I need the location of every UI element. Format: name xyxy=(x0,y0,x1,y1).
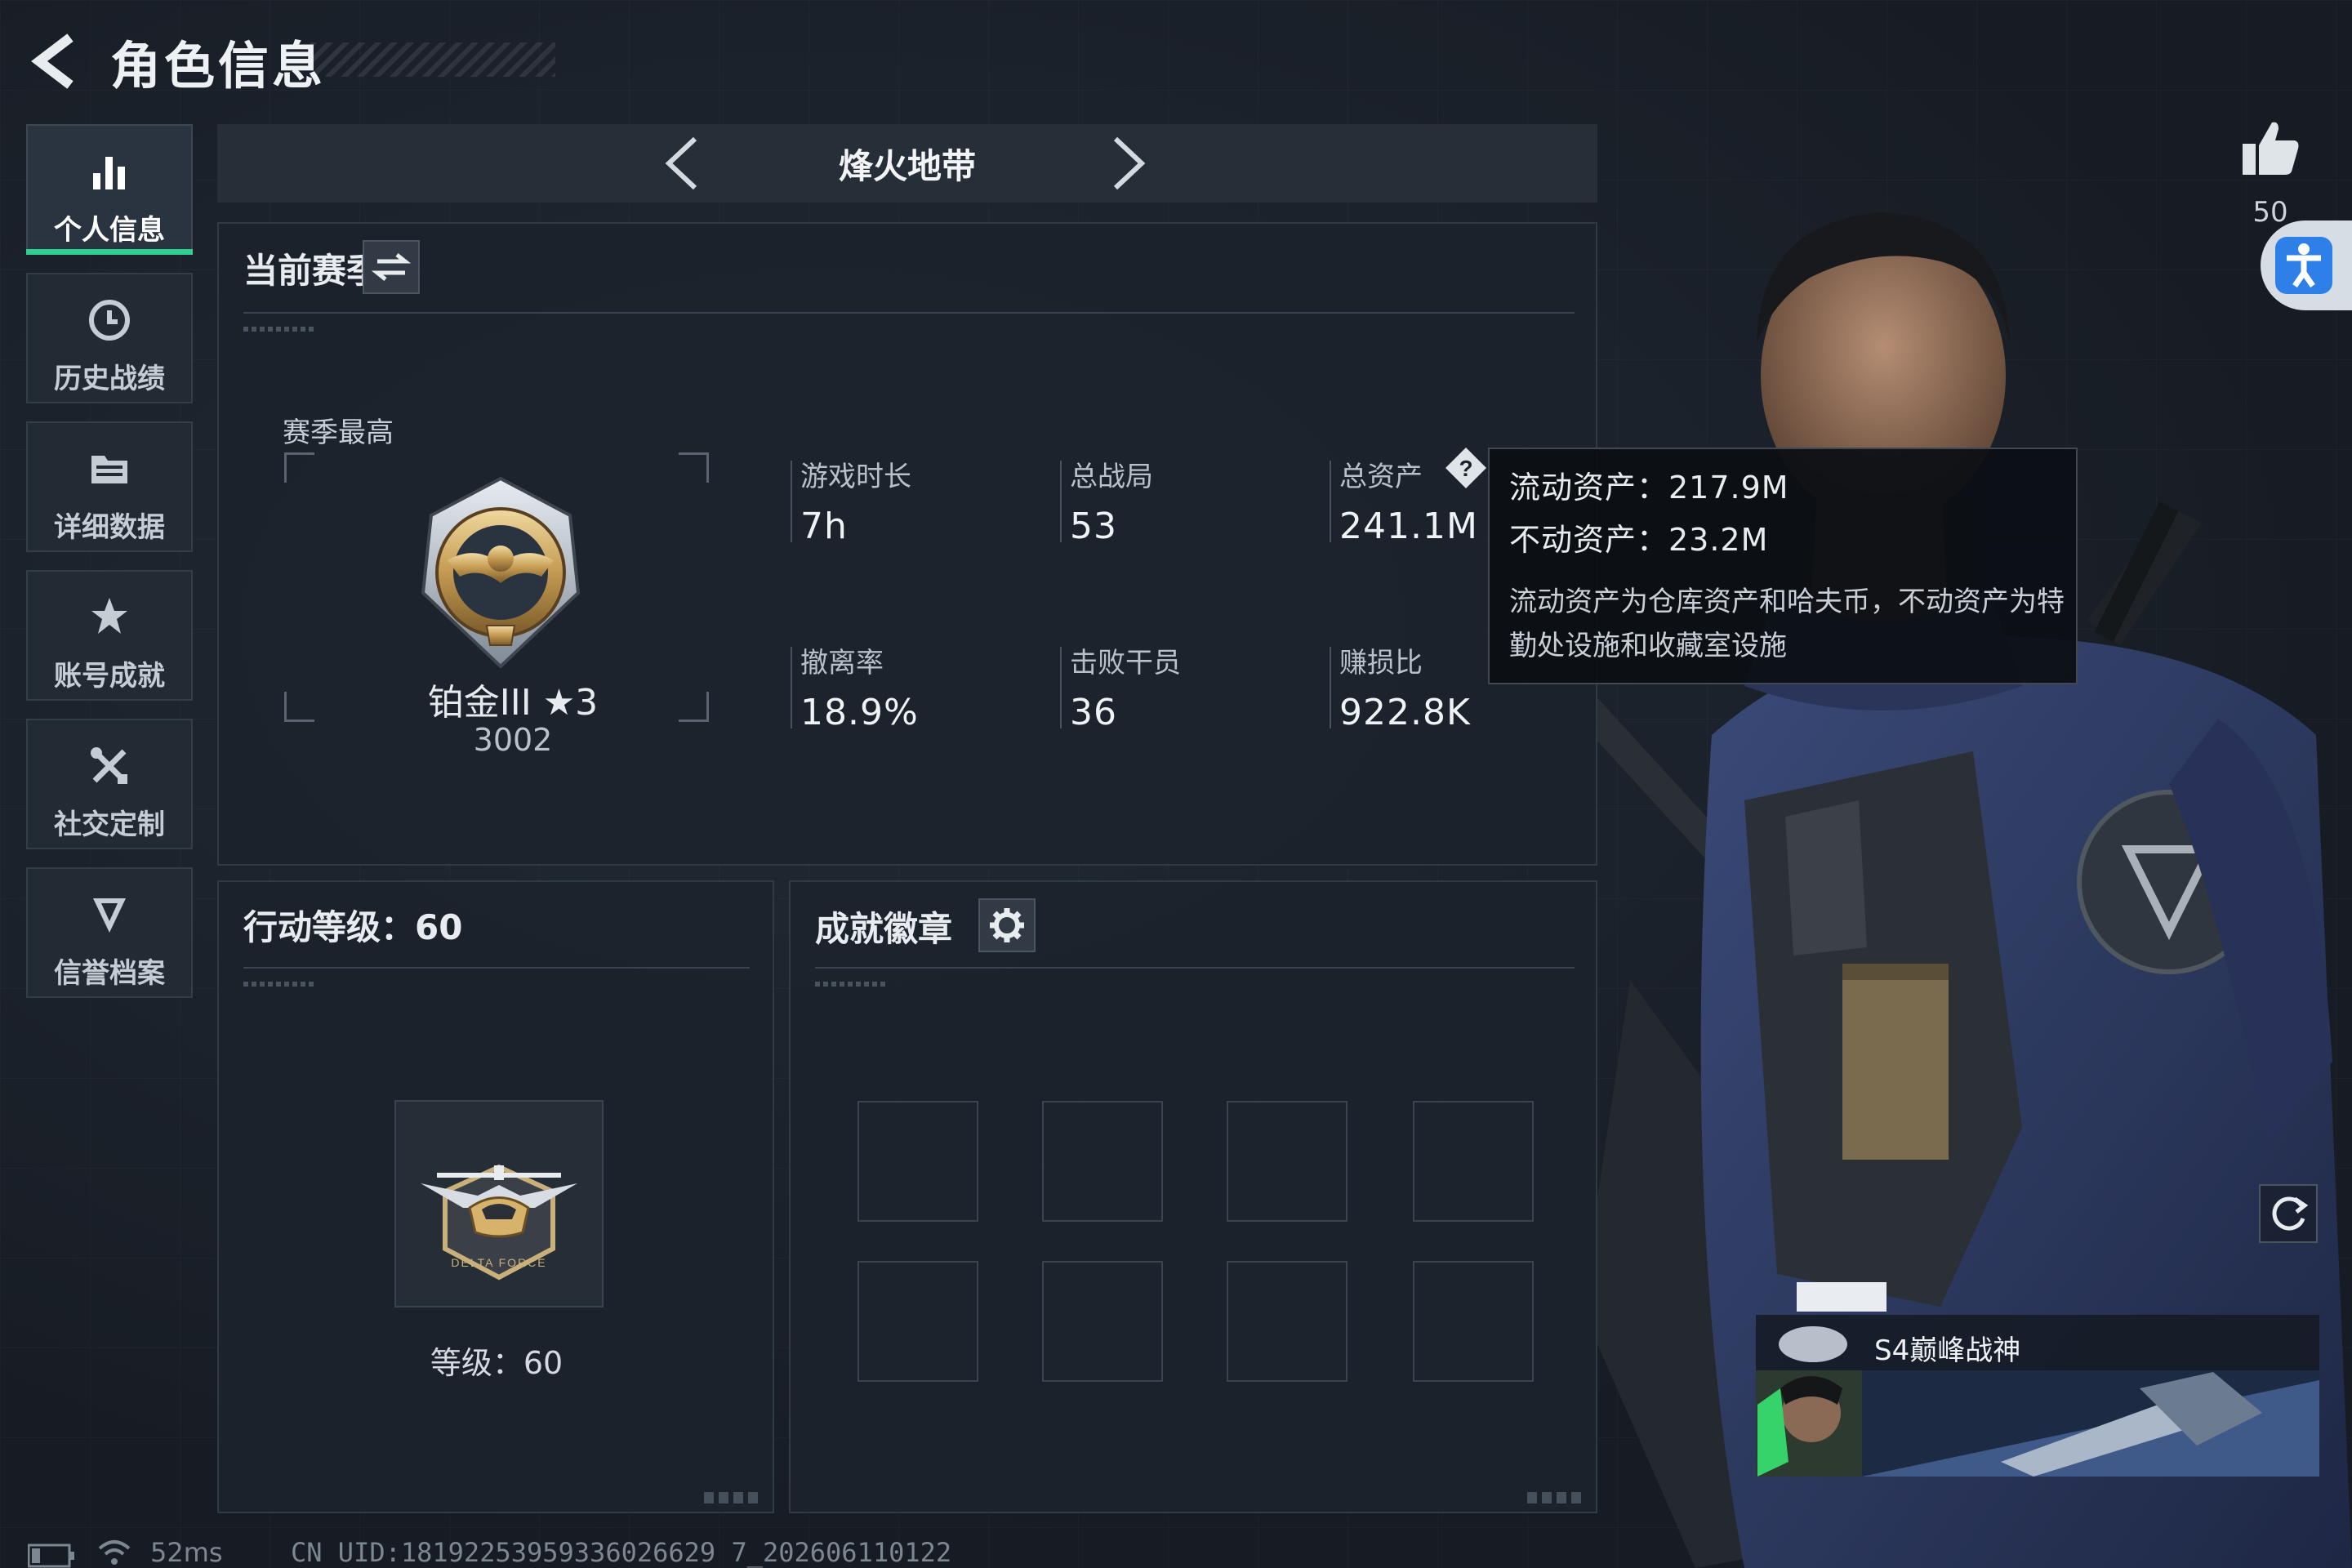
chevron-right-icon[interactable] xyxy=(1099,134,1156,193)
sidebar-item-label: 历史战绩 xyxy=(54,363,165,395)
panel-decoration xyxy=(704,1492,761,1503)
thumbs-up-icon[interactable] xyxy=(2238,116,2303,181)
assets-note: 流动资产为仓库资产和哈夫币，不动资产为特勤处设施和收藏室设施 xyxy=(1509,586,2065,662)
badge-slot[interactable] xyxy=(858,1101,978,1222)
page-title: 角色信息 xyxy=(110,36,327,96)
sidebar: 个人信息 历史战绩 详细数据 账号成就 社交定制 信誉档案 xyxy=(26,124,196,1016)
swap-season-button[interactable] xyxy=(363,240,420,294)
rotate-icon xyxy=(2272,1196,2309,1231)
sidebar-item-details[interactable]: 详细数据 xyxy=(26,421,193,552)
swap-icon xyxy=(371,253,412,281)
action-level-panel: 行动等级：60 DELTA FORCE 等级：60 xyxy=(217,880,774,1513)
wifi-icon xyxy=(98,1540,131,1565)
badges-header: 成就徽章 xyxy=(815,909,953,949)
sidebar-item-personal-info[interactable]: 个人信息 xyxy=(26,124,193,255)
gear-icon xyxy=(990,908,1024,942)
accessibility-icon xyxy=(2275,237,2332,294)
stat-label: 游戏时长 xyxy=(800,461,911,493)
shield-emblem-icon xyxy=(93,898,126,933)
badge-settings-button[interactable] xyxy=(978,898,1036,952)
season-header: 当前赛季 xyxy=(243,251,381,291)
svg-text:DELTA FORCE: DELTA FORCE xyxy=(451,1256,546,1269)
chevron-left-icon[interactable] xyxy=(654,134,711,193)
badge-slot[interactable] xyxy=(1227,1261,1348,1382)
divider-dash xyxy=(243,327,317,332)
platinum-rank-emblem-icon xyxy=(421,476,581,669)
stat-play-time: 游戏时长 7h xyxy=(791,454,911,547)
mode-title: 烽火地带 xyxy=(838,146,976,186)
achievement-badges-panel: 成就徽章 xyxy=(789,880,1597,1513)
badge-slot[interactable] xyxy=(858,1261,978,1382)
rotate-model-button[interactable] xyxy=(2259,1184,2318,1243)
stat-value: 36 xyxy=(1070,692,1117,733)
stat-label: 撤离率 xyxy=(800,647,884,679)
stat-label: 总战局 xyxy=(1070,461,1153,493)
back-arrow-icon[interactable] xyxy=(28,33,85,90)
sidebar-item-history[interactable]: 历史战绩 xyxy=(26,273,193,403)
accessibility-button[interactable] xyxy=(2261,220,2352,310)
fixed-assets: 不动资产：23.2M xyxy=(1509,522,1769,558)
stat-value: 53 xyxy=(1070,506,1117,547)
badge-slot[interactable] xyxy=(1413,1261,1534,1382)
mode-selector: 烽火地带 xyxy=(217,124,1597,203)
season-best-label: 赛季最高 xyxy=(283,416,394,449)
liquid-assets: 流动资产：217.9M xyxy=(1509,470,1789,506)
stat-value: 922.8K xyxy=(1339,692,1471,733)
level-text: 等级：60 xyxy=(430,1345,564,1381)
divider xyxy=(243,312,1575,314)
sidebar-item-label: 社交定制 xyxy=(54,808,165,841)
badge-slot[interactable] xyxy=(1042,1261,1163,1382)
achievement-star-icon xyxy=(91,598,127,634)
badge-slot[interactable] xyxy=(1227,1101,1348,1222)
current-season-panel: 当前赛季 赛季最高 铂金III ★3 3002 游戏时长 7h 总战局 53 总… xyxy=(217,222,1597,866)
divider-dash xyxy=(243,982,317,987)
stat-operators-defeated: 击败干员 36 xyxy=(1060,640,1181,733)
rank-name: 铂金III ★3 xyxy=(427,682,599,724)
history-clock-icon xyxy=(89,300,130,341)
divider xyxy=(815,967,1575,969)
stat-label: 赚损比 xyxy=(1339,647,1423,679)
badge-slot[interactable] xyxy=(1413,1101,1534,1222)
bar-chart-icon xyxy=(93,157,125,189)
stat-extract-rate: 撤离率 18.9% xyxy=(791,640,919,733)
stat-value: 18.9% xyxy=(800,692,919,733)
sidebar-item-social[interactable]: 社交定制 xyxy=(26,719,193,849)
sidebar-item-label: 个人信息 xyxy=(54,214,165,247)
badge-slot[interactable] xyxy=(1042,1101,1163,1222)
uid-text: CN UID:18192253959336026629 7_2026061101… xyxy=(291,1537,952,1568)
title-decoration xyxy=(310,42,555,77)
stat-label: 击败干员 xyxy=(1070,647,1181,679)
sidebar-item-achievements[interactable]: 账号成就 xyxy=(26,570,193,701)
svg-text:?: ? xyxy=(1459,456,1472,481)
sidebar-item-label: 详细数据 xyxy=(54,511,165,544)
sidebar-item-label: 信誉档案 xyxy=(54,957,165,990)
divider-dash xyxy=(815,982,889,987)
honor-card[interactable]: S4巅峰战神 xyxy=(1756,1282,2319,1478)
rank-score: 3002 xyxy=(473,722,553,758)
folder-data-icon xyxy=(91,456,127,483)
stat-total-matches: 总战局 53 xyxy=(1060,454,1153,547)
sidebar-item-credit[interactable]: 信誉档案 xyxy=(26,867,193,998)
honor-banner-image xyxy=(1756,1282,2319,1477)
sidebar-item-label: 账号成就 xyxy=(54,660,165,693)
battery-icon xyxy=(28,1544,74,1568)
panel-decoration xyxy=(1527,1492,1584,1503)
level-emblem-frame: DELTA FORCE xyxy=(394,1100,604,1307)
assets-tooltip: 流动资产：217.9M 不动资产：23.2M 流动资产为仓库资产和哈夫币，不动资… xyxy=(1488,448,2078,684)
stat-value: 241.1M xyxy=(1339,506,1478,547)
stat-value: 7h xyxy=(800,506,848,547)
action-level-header: 行动等级：60 xyxy=(243,907,463,947)
stat-profit-loss-ratio: 赚损比 922.8K xyxy=(1330,640,1471,733)
ping-text: 52ms xyxy=(150,1537,223,1568)
helicopter-level-emblem-icon: DELTA FORCE xyxy=(421,1164,577,1281)
honor-title: S4巅峰战神 xyxy=(1874,1334,2021,1367)
divider xyxy=(243,967,750,969)
tools-cross-icon xyxy=(91,747,127,784)
help-diamond-icon[interactable]: ? xyxy=(1444,446,1488,490)
